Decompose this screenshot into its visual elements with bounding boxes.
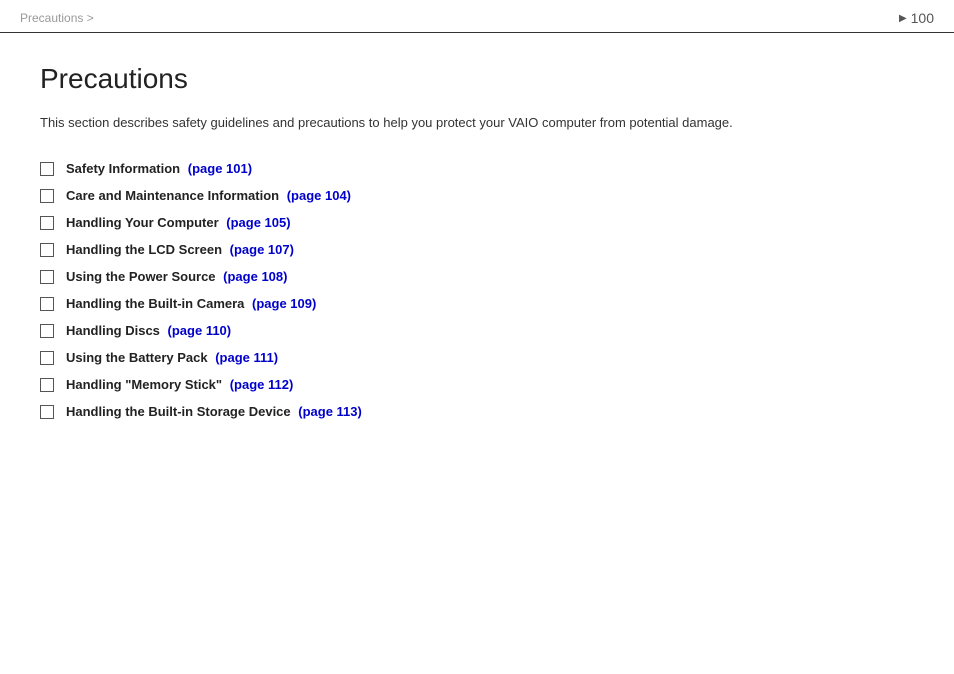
breadcrumb: Precautions > bbox=[20, 11, 94, 25]
toc-item-link[interactable]: (page 107) bbox=[230, 242, 294, 257]
toc-item-label: Using the Power Source (page 108) bbox=[66, 269, 287, 284]
toc-checkbox-icon bbox=[40, 189, 54, 203]
toc-item: Using the Power Source (page 108) bbox=[40, 269, 914, 284]
toc-item-label: Using the Battery Pack (page 111) bbox=[66, 350, 278, 365]
toc-item-link[interactable]: (page 104) bbox=[287, 188, 351, 203]
toc-checkbox-icon bbox=[40, 378, 54, 392]
page-number: 100 bbox=[899, 10, 934, 26]
page-title: Precautions bbox=[40, 63, 914, 95]
main-content: Precautions This section describes safet… bbox=[0, 33, 954, 461]
toc-checkbox-icon bbox=[40, 243, 54, 257]
toc-checkbox-icon bbox=[40, 405, 54, 419]
toc-item-label: Handling the Built-in Camera (page 109) bbox=[66, 296, 316, 311]
intro-text: This section describes safety guidelines… bbox=[40, 113, 914, 133]
toc-item-link[interactable]: (page 112) bbox=[230, 377, 294, 392]
toc-item: Handling "Memory Stick" (page 112) bbox=[40, 377, 914, 392]
toc-item: Handling the LCD Screen (page 107) bbox=[40, 242, 914, 257]
toc-checkbox-icon bbox=[40, 297, 54, 311]
toc-item-link[interactable]: (page 111) bbox=[215, 350, 278, 365]
toc-item: Safety Information (page 101) bbox=[40, 161, 914, 176]
toc-item: Handling the Built-in Storage Device (pa… bbox=[40, 404, 914, 419]
toc-item-link[interactable]: (page 113) bbox=[298, 404, 362, 419]
toc-item: Care and Maintenance Information (page 1… bbox=[40, 188, 914, 203]
toc-item-label: Handling the Built-in Storage Device (pa… bbox=[66, 404, 362, 419]
toc-item-link[interactable]: (page 109) bbox=[252, 296, 316, 311]
toc-item-label: Safety Information (page 101) bbox=[66, 161, 252, 176]
toc-list: Safety Information (page 101) Care and Ma… bbox=[40, 161, 914, 419]
header-bar: Precautions > 100 bbox=[0, 0, 954, 33]
toc-item-label: Care and Maintenance Information (page 1… bbox=[66, 188, 351, 203]
toc-item-link[interactable]: (page 101) bbox=[188, 161, 252, 176]
toc-item-link[interactable]: (page 108) bbox=[223, 269, 287, 284]
toc-item-label: Handling Discs (page 110) bbox=[66, 323, 231, 338]
toc-item-label: Handling the LCD Screen (page 107) bbox=[66, 242, 294, 257]
toc-item-link[interactable]: (page 105) bbox=[226, 215, 290, 230]
toc-item-label: Handling "Memory Stick" (page 112) bbox=[66, 377, 293, 392]
toc-item: Handling Your Computer (page 105) bbox=[40, 215, 914, 230]
toc-item: Handling Discs (page 110) bbox=[40, 323, 914, 338]
toc-item: Using the Battery Pack (page 111) bbox=[40, 350, 914, 365]
toc-item-label: Handling Your Computer (page 105) bbox=[66, 215, 291, 230]
toc-item-link[interactable]: (page 110) bbox=[168, 323, 232, 338]
toc-checkbox-icon bbox=[40, 162, 54, 176]
toc-checkbox-icon bbox=[40, 270, 54, 284]
toc-checkbox-icon bbox=[40, 216, 54, 230]
toc-checkbox-icon bbox=[40, 351, 54, 365]
toc-item: Handling the Built-in Camera (page 109) bbox=[40, 296, 914, 311]
toc-checkbox-icon bbox=[40, 324, 54, 338]
